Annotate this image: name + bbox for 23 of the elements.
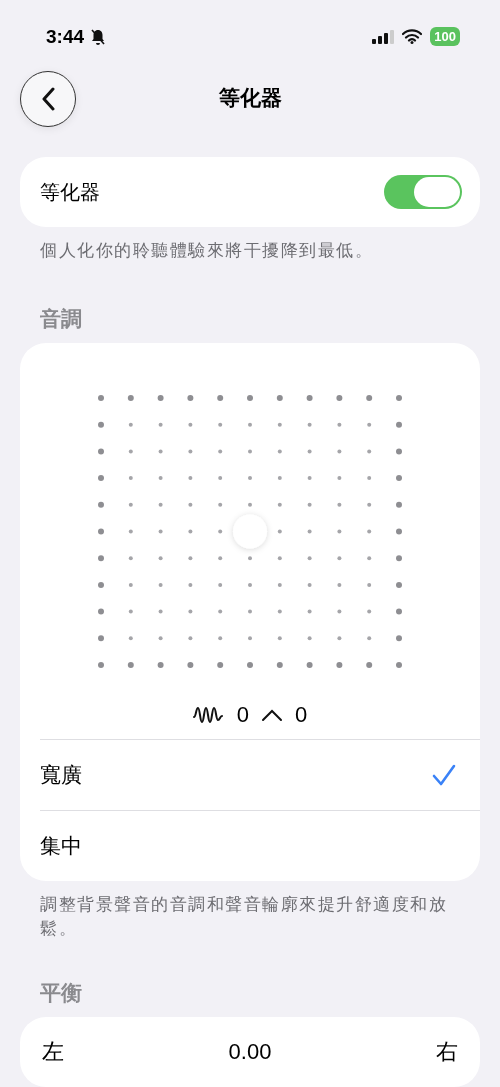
checkmark-icon [432, 764, 456, 786]
readout-value: 0 [236, 702, 249, 728]
battery-indicator: 100 [430, 27, 460, 47]
status-time: 3:44 [46, 25, 85, 48]
waveform-icon [192, 705, 225, 725]
balance-value: 0.00 [228, 1039, 272, 1065]
right-label: 右 [436, 1038, 458, 1066]
option-label[interactable]: 集中 [40, 832, 82, 860]
left-label: 左 [42, 1038, 64, 1066]
section-header: 音調 [40, 306, 83, 332]
readout-value: 0 [295, 702, 308, 728]
section-header: 平衡 [40, 980, 83, 1006]
tone-caption: 調整背景聲音的音調和聲音輪廓來提升舒適度和放鬆。 [40, 894, 448, 940]
wifi-icon [402, 29, 423, 45]
equalizer-switch[interactable] [384, 175, 462, 209]
equalizer-caption: 個人化你的聆聽體驗來將干擾降到最低。 [40, 240, 374, 262]
back-chevron-icon [41, 86, 55, 111]
equalizer-label: 等化器 [40, 179, 100, 205]
page-title: 等化器 [218, 84, 282, 111]
muted-bell-icon [90, 27, 107, 46]
signal-icon [372, 29, 395, 44]
caret-up-icon [261, 708, 283, 722]
option-label[interactable]: 寬廣 [40, 761, 82, 789]
